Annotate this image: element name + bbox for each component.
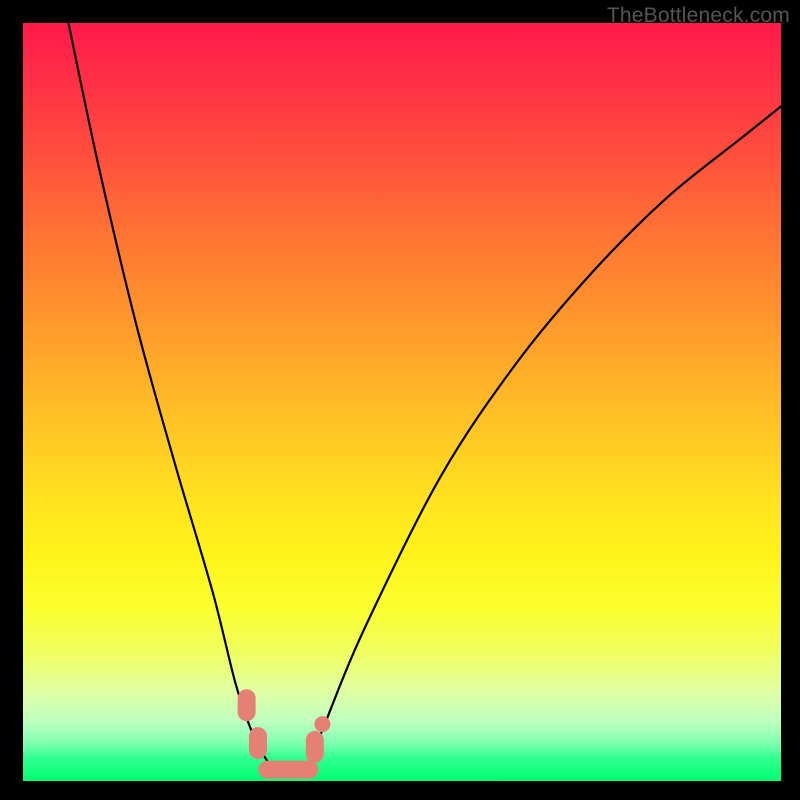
left-blob-lower <box>249 727 267 759</box>
curve-group <box>68 23 781 770</box>
right-blob-lower <box>306 731 324 763</box>
bottom-blob <box>258 761 318 779</box>
right-blob-upper <box>314 716 330 732</box>
chart-frame: TheBottleneck.com <box>0 0 800 800</box>
plot-area <box>23 23 781 781</box>
watermark-text: TheBottleneck.com <box>607 4 790 28</box>
bottleneck-curve <box>68 23 781 770</box>
marker-group <box>238 689 331 778</box>
left-blob-upper <box>238 689 256 721</box>
curve-svg <box>23 23 781 781</box>
